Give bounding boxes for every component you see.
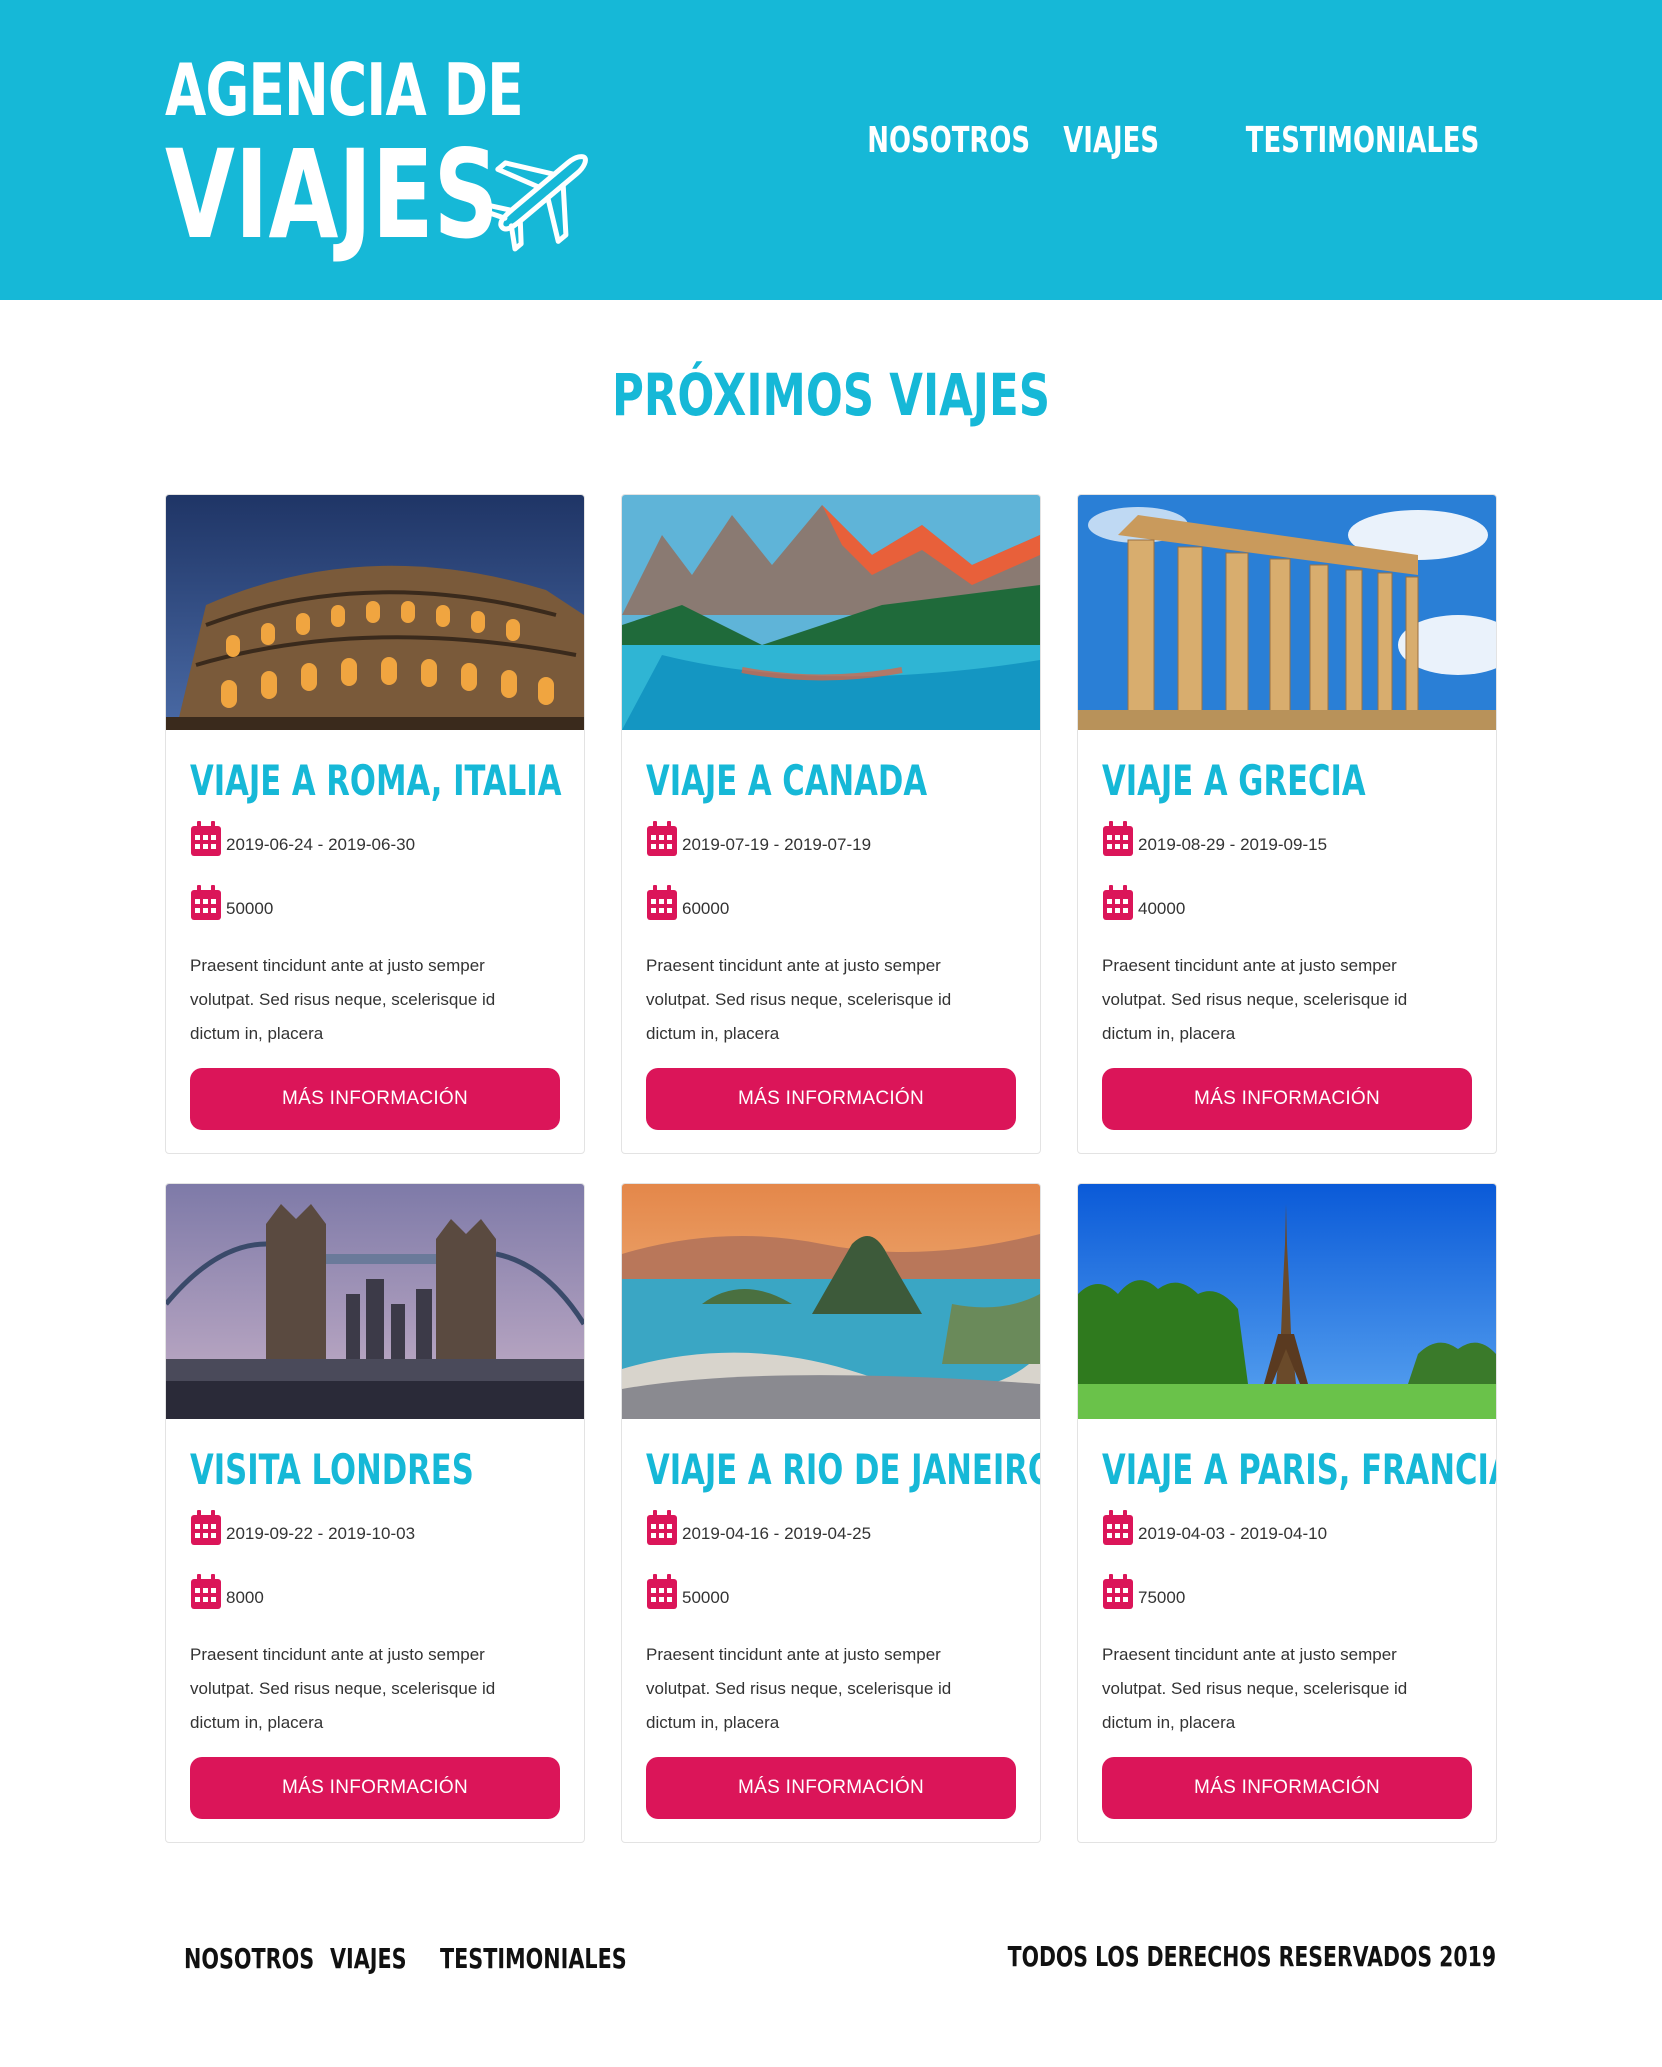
trip-title: VIAJE A GRECIA — [1102, 756, 1366, 805]
more-info-button[interactable]: MÁS INFORMACIÓN — [646, 1757, 1016, 1819]
trip-dates-text: 2019-07-19 - 2019-07-19 — [682, 835, 872, 854]
calendar-icon — [647, 821, 677, 856]
trip-image-rio[interactable] — [622, 1184, 1040, 1419]
trip-dates-text: 2019-04-16 - 2019-04-25 — [682, 1524, 872, 1543]
trip-description: Praesent tincidunt ante at justo semper … — [1102, 1645, 1408, 1732]
more-info-button[interactable]: MÁS INFORMACIÓN — [190, 1068, 560, 1130]
nav-link-testimoniales[interactable]: TESTIMONIALES — [1245, 120, 1479, 161]
trip-price-text: 60000 — [682, 899, 730, 918]
calendar-icon — [191, 885, 221, 920]
calendar-icon — [647, 1574, 677, 1609]
main-nav: NOSOTROS VIAJES TESTIMONIALES — [844, 120, 1479, 161]
calendar-icon — [647, 885, 677, 920]
trip-card: VISITA LONDRES 2019-09-22 - 2019-10-03 8… — [165, 1183, 585, 1843]
page-title-text: PRÓXIMOS VIAJES — [611, 361, 1051, 429]
trip-card: VIAJE A RIO DE JANEIRO 2019-04-16 - 2019… — [621, 1183, 1041, 1843]
footer-link-testimoniales[interactable]: TESTIMONIALES — [440, 1942, 627, 1975]
trip-image-rome[interactable] — [166, 495, 584, 730]
trip-dates-text: 2019-04-03 - 2019-04-10 — [1138, 1524, 1328, 1543]
trip-description: Praesent tincidunt ante at justo semper … — [190, 1645, 496, 1732]
trip-image-greece[interactable] — [1078, 495, 1496, 730]
trip-image-canada[interactable] — [622, 495, 1040, 730]
calendar-icon — [191, 821, 221, 856]
trip-title: VIAJE A PARIS, FRANCIA — [1102, 1445, 1497, 1494]
trip-description: Praesent tincidunt ante at justo semper … — [1102, 956, 1408, 1043]
trip-dates-text: 2019-08-29 - 2019-09-15 — [1138, 835, 1328, 854]
trip-title: VISITA LONDRES — [190, 1445, 474, 1494]
trip-price: 40000 — [1102, 885, 1185, 921]
footer-nav: NOSOTROS VIAJES TESTIMONIALES — [184, 1942, 640, 1975]
calendar-icon — [1103, 1510, 1133, 1545]
trip-card: VIAJE A CANADA 2019-07-19 - 2019-07-19 6… — [621, 494, 1041, 1154]
trip-price: 8000 — [190, 1574, 264, 1610]
trip-dates: 2019-08-29 - 2019-09-15 — [1102, 821, 1327, 857]
calendar-icon — [191, 1574, 221, 1609]
trip-image-london[interactable] — [166, 1184, 584, 1419]
trip-price-text: 75000 — [1138, 1588, 1186, 1607]
trip-description: Praesent tincidunt ante at justo semper … — [646, 1645, 952, 1732]
calendar-icon — [1103, 1574, 1133, 1609]
trip-title: VIAJE A RIO DE JANEIRO — [646, 1445, 1041, 1494]
trip-price: 75000 — [1102, 1574, 1185, 1610]
trip-dates: 2019-04-03 - 2019-04-10 — [1102, 1510, 1327, 1546]
calendar-icon — [1103, 885, 1133, 920]
trip-price-text: 50000 — [682, 1588, 730, 1607]
trip-description: Praesent tincidunt ante at justo semper … — [190, 956, 496, 1043]
airplane-icon — [480, 154, 588, 252]
trip-dates-text: 2019-06-24 - 2019-06-30 — [226, 835, 416, 854]
site-logo[interactable]: AGENCIA DE VIAJES — [165, 48, 605, 260]
trip-dates: 2019-04-16 - 2019-04-25 — [646, 1510, 871, 1546]
trip-title: VIAJE A CANADA — [646, 756, 928, 805]
trip-dates: 2019-09-22 - 2019-10-03 — [190, 1510, 415, 1546]
logo-text-line1: AGENCIA DE — [165, 48, 524, 132]
trip-card: VIAJE A ROMA, ITALIA 2019-06-24 - 2019-0… — [165, 494, 585, 1154]
trip-card: VIAJE A PARIS, FRANCIA 2019-04-03 - 2019… — [1077, 1183, 1497, 1843]
trip-card: VIAJE A GRECIA 2019-08-29 - 2019-09-15 4… — [1077, 494, 1497, 1154]
trip-price-text: 50000 — [226, 899, 274, 918]
logo-text-line2: VIAJES — [165, 124, 499, 266]
trip-dates-text: 2019-09-22 - 2019-10-03 — [226, 1524, 416, 1543]
more-info-button[interactable]: MÁS INFORMACIÓN — [646, 1068, 1016, 1130]
site-header: AGENCIA DE VIAJES NOSOTROS VIAJES TESTIM… — [0, 0, 1662, 300]
nav-link-viajes[interactable]: VIAJES — [1063, 120, 1159, 161]
trip-dates: 2019-07-19 - 2019-07-19 — [646, 821, 871, 857]
more-info-button[interactable]: MÁS INFORMACIÓN — [1102, 1757, 1472, 1819]
trip-dates: 2019-06-24 - 2019-06-30 — [190, 821, 415, 857]
trip-description: Praesent tincidunt ante at justo semper … — [646, 956, 952, 1043]
page-title: PRÓXIMOS VIAJES — [0, 360, 1662, 430]
calendar-icon — [1103, 821, 1133, 856]
trip-title: VIAJE A ROMA, ITALIA — [190, 756, 562, 805]
trip-price-text: 40000 — [1138, 899, 1186, 918]
nav-link-nosotros[interactable]: NOSOTROS — [867, 120, 1030, 161]
trip-price: 50000 — [190, 885, 273, 921]
calendar-icon — [647, 1510, 677, 1545]
more-info-button[interactable]: MÁS INFORMACIÓN — [1102, 1068, 1472, 1130]
more-info-button[interactable]: MÁS INFORMACIÓN — [190, 1757, 560, 1819]
footer-link-nosotros[interactable]: NOSOTROS — [184, 1942, 314, 1975]
calendar-icon — [191, 1510, 221, 1545]
copyright-text: TODOS LOS DERECHOS RESERVADOS 2019 — [1007, 1940, 1496, 1973]
trip-image-paris[interactable] — [1078, 1184, 1496, 1419]
trip-price-text: 8000 — [226, 1588, 264, 1607]
footer-link-viajes[interactable]: VIAJES — [330, 1942, 411, 1975]
trip-price: 60000 — [646, 885, 729, 921]
trip-price: 50000 — [646, 1574, 729, 1610]
